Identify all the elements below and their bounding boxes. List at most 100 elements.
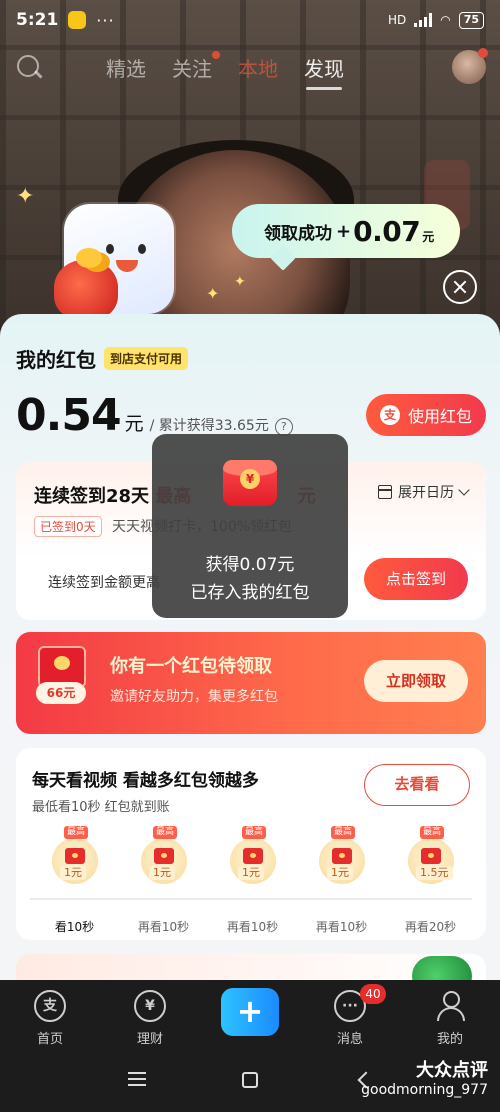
tab-finance[interactable]: ¥ 理财 bbox=[100, 980, 200, 1050]
red-envelope-icon bbox=[223, 460, 277, 506]
tab-create[interactable]: + bbox=[200, 980, 300, 1050]
reward-amount: 1元 bbox=[149, 866, 175, 880]
pay-tag: 到店支付可用 bbox=[104, 347, 189, 370]
red-packet-sheet: 我的红包 到店支付可用 0.54 元 / 累计获得33.65元 ? 支 使用红包… bbox=[0, 314, 500, 984]
plus-icon[interactable]: + bbox=[221, 988, 279, 1036]
invite-title: 你有一个红包待领取 bbox=[110, 656, 272, 677]
red-envelope-icon bbox=[154, 848, 174, 864]
tab-mine-label: 我的 bbox=[436, 1032, 463, 1047]
wifi-icon: ◠ bbox=[440, 13, 451, 27]
invite-banner[interactable]: 66元 你有一个红包待领取 邀请好友助力，集更多红包 立即领取 bbox=[16, 632, 486, 734]
more-notifications-icon: ··· bbox=[96, 10, 115, 30]
reward-toast: 获得0.07元 已存入我的红包 bbox=[152, 434, 348, 618]
notification-app-icon bbox=[68, 11, 87, 29]
success-unit: 元 bbox=[422, 229, 435, 244]
watermark: 大众点评 goodmorning_977 bbox=[361, 1056, 488, 1098]
reward-step: 最高 1元 再看10秒 bbox=[297, 826, 386, 934]
top-nav: 精选 关注 本地 发现 bbox=[0, 44, 500, 90]
reward-progress-line bbox=[30, 898, 472, 900]
reward-amount: 1元 bbox=[327, 866, 353, 880]
tab-home[interactable]: 支 首页 bbox=[0, 980, 100, 1050]
home-icon[interactable] bbox=[242, 1072, 258, 1088]
reward-step: 最高 1元 看10秒 bbox=[30, 826, 119, 934]
tab-local[interactable]: 本地 bbox=[238, 53, 278, 82]
reward-amount: 1元 bbox=[238, 866, 264, 880]
watermark-brand: 大众点评 bbox=[416, 1060, 488, 1081]
balance-unit: 元 bbox=[124, 413, 144, 435]
invite-amount-tag: 66元 bbox=[36, 682, 86, 704]
coin-icon bbox=[76, 248, 102, 268]
reward-steps: 最高 1元 看10秒 最高 1元 再看10秒 最高 1元 再看10秒 最高 1元… bbox=[16, 826, 486, 934]
status-time: 5:21 bbox=[16, 10, 59, 30]
red-envelope-icon bbox=[243, 848, 263, 864]
expand-calendar-label: 展开日历 bbox=[398, 485, 454, 501]
tab-following-dot bbox=[212, 50, 220, 59]
alipay-icon: 支 bbox=[379, 405, 400, 425]
watermark-user: goodmorning_977 bbox=[361, 1082, 488, 1098]
reward-step: 最高 1元 再看10秒 bbox=[208, 826, 297, 934]
signal-icon bbox=[414, 13, 433, 27]
tab-messages-label: 消息 bbox=[336, 1032, 363, 1047]
balance-amount: 0.54 bbox=[16, 390, 122, 441]
tab-featured[interactable]: 精选 bbox=[106, 53, 146, 82]
use-red-packet-button[interactable]: 支 使用红包 bbox=[366, 394, 486, 436]
person-icon bbox=[434, 990, 466, 1022]
lucky-bag-icon bbox=[54, 260, 118, 320]
mascot-eye bbox=[138, 244, 146, 254]
claim-now-button[interactable]: 立即领取 bbox=[364, 660, 468, 702]
bottom-tab-bar: 支 首页 ¥ 理财 + ··· 40 消息 我的 bbox=[0, 980, 500, 1050]
use-red-packet-label: 使用红包 bbox=[407, 407, 472, 426]
signin-button[interactable]: 点击签到 bbox=[364, 558, 468, 600]
tab-following-label: 关注 bbox=[172, 56, 212, 81]
signin-note: 连续签到金额更高 bbox=[48, 575, 160, 591]
avatar[interactable] bbox=[452, 48, 488, 84]
expand-calendar-button[interactable]: 展开日历 bbox=[378, 482, 470, 502]
battery-icon: 75 bbox=[458, 11, 484, 29]
status-bar: 5:21 ··· HD ◠ 75 bbox=[0, 0, 500, 40]
calendar-icon bbox=[378, 485, 392, 499]
reward-label: 看10秒 bbox=[54, 920, 95, 934]
reward-amount: 1元 bbox=[60, 866, 86, 880]
reward-max-tag: 最高 bbox=[331, 826, 356, 839]
reward-max-tag: 最高 bbox=[153, 826, 178, 839]
sheet-title: 我的红包 bbox=[16, 348, 96, 372]
reward-label: 再看10秒 bbox=[137, 920, 190, 934]
mascot-eye bbox=[106, 244, 114, 254]
close-icon[interactable] bbox=[443, 270, 477, 304]
alipay-icon: 支 bbox=[34, 990, 66, 1022]
signin-title-prefix: 连续签到28天 bbox=[34, 486, 150, 507]
chevron-down-icon bbox=[458, 484, 470, 496]
toast-line1: 获得0.07元 bbox=[205, 555, 295, 575]
reward-label: 再看10秒 bbox=[226, 920, 279, 934]
success-plus: + bbox=[336, 220, 352, 242]
success-text: 领取成功 bbox=[264, 223, 332, 244]
tab-following[interactable]: 关注 bbox=[172, 50, 220, 82]
yuan-icon: ¥ bbox=[134, 990, 166, 1022]
video-subtitle: 最低看10秒 红包就到账 bbox=[32, 800, 170, 815]
red-envelope-icon bbox=[65, 848, 85, 864]
reward-step: 最高 1元 再看10秒 bbox=[119, 826, 208, 934]
invite-subtitle: 邀请好友助力，集更多红包 bbox=[110, 689, 278, 705]
reward-max-tag: 最高 bbox=[64, 826, 89, 839]
network-hd-label: HD bbox=[387, 13, 407, 27]
video-rewards-card: 每天看视频 看越多红包领越多 最低看10秒 红包就到账 去看看 最高 1元 看1… bbox=[16, 748, 486, 940]
tab-home-label: 首页 bbox=[36, 1032, 63, 1047]
tab-mine[interactable]: 我的 bbox=[400, 980, 500, 1050]
reward-max-tag: 最高 bbox=[420, 826, 445, 839]
message-count-badge: 40 bbox=[360, 984, 386, 1004]
reward-step: 最高 1.5元 再看20秒 bbox=[386, 826, 475, 934]
search-icon[interactable] bbox=[14, 52, 44, 82]
video-title: 每天看视频 看越多红包领越多 bbox=[32, 771, 259, 791]
red-envelope-icon bbox=[332, 848, 352, 864]
reward-label: 再看20秒 bbox=[404, 920, 457, 934]
avatar-badge bbox=[478, 48, 488, 58]
sparkle-icon: ✦ bbox=[16, 184, 35, 209]
go-watch-button[interactable]: 去看看 bbox=[364, 764, 470, 806]
mascot-illustration bbox=[54, 204, 184, 322]
sparkle-icon: ✦ bbox=[234, 274, 246, 290]
sheet-header: 我的红包 到店支付可用 bbox=[16, 344, 189, 373]
menu-icon[interactable] bbox=[128, 1072, 146, 1086]
tab-messages[interactable]: ··· 40 消息 bbox=[300, 980, 400, 1050]
reward-label: 再看10秒 bbox=[315, 920, 368, 934]
tab-discover[interactable]: 发现 bbox=[304, 53, 344, 90]
